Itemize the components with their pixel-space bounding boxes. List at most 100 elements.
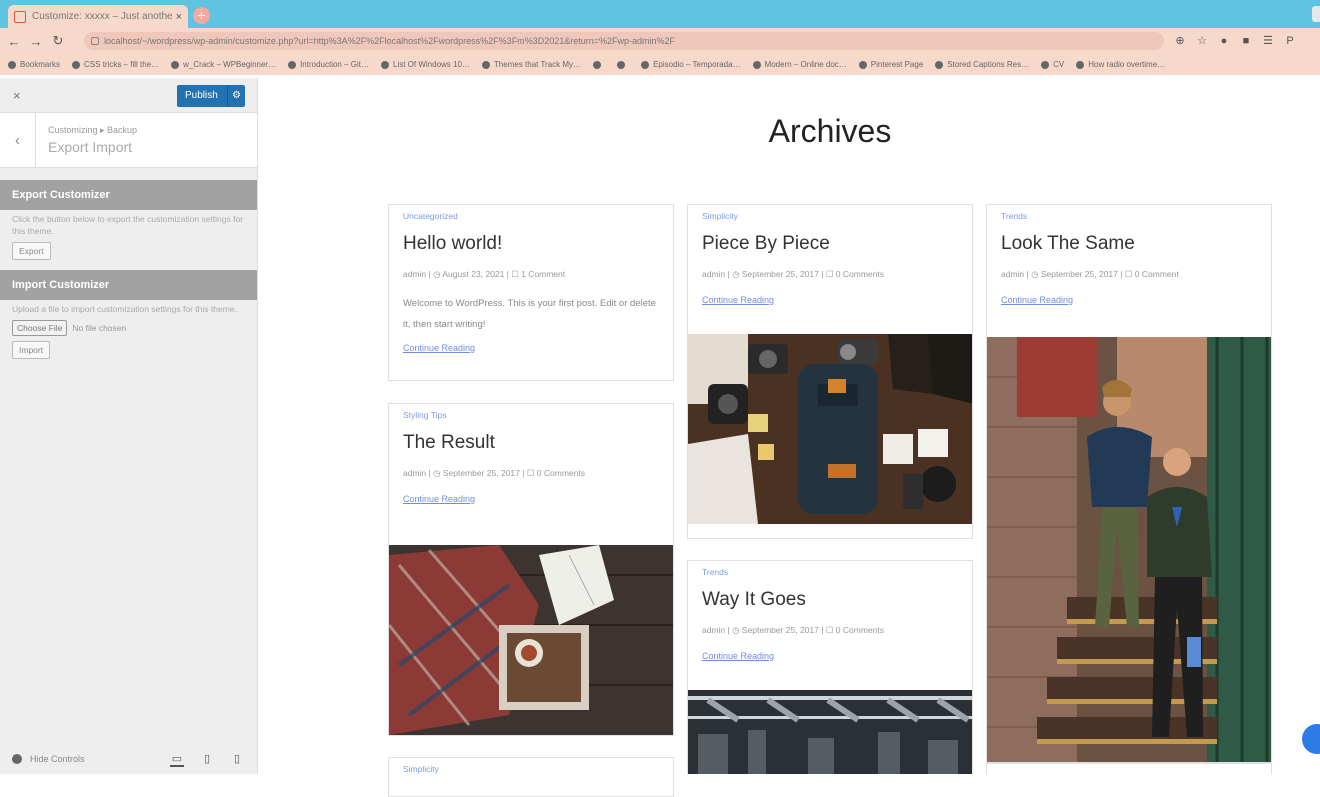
tab-close-button[interactable]: × [176, 11, 182, 23]
new-tab-button[interactable]: + [193, 7, 210, 24]
export-description: Click the button below to export the cus… [12, 214, 244, 236]
mobile-icon[interactable]: ▯ [230, 752, 244, 767]
continue-reading-link[interactable]: Continue Reading [702, 651, 774, 661]
post-title[interactable]: Way It Goes [702, 589, 806, 611]
desktop-icon[interactable]: ▭ [170, 752, 184, 767]
bookmark-icon [858, 60, 867, 69]
post-category-link[interactable]: Trends [702, 567, 728, 577]
customizer-header-actions: × Publish ⚙ [0, 78, 257, 113]
back-icon[interactable]: ← [6, 34, 22, 49]
post-meta: admin | ◷ August 23, 2021 | ☐ 1 Comment [403, 269, 566, 279]
bookmark-item[interactable]: Pinterest Page [858, 60, 923, 69]
post-card: Simplicity Piece By Piece admin | ◷ Sept… [687, 204, 973, 539]
publish-label: Publish [185, 90, 218, 101]
post-featured-image[interactable] [389, 545, 673, 735]
browser-tab-bar: Customize: xxxxx – Just another… × + [0, 0, 1320, 28]
export-button[interactable]: Export [12, 242, 51, 260]
choose-file-button[interactable]: Choose File [12, 320, 68, 336]
hide-controls-button[interactable]: Hide Controls [30, 754, 85, 764]
gear-icon[interactable]: ⚙ [227, 85, 245, 107]
post-title[interactable]: Piece By Piece [702, 233, 830, 255]
bookmark-item[interactable]: CSS tricks – fill the… [72, 60, 159, 69]
section-title: Export Import [48, 139, 133, 155]
bookmark-icon [381, 60, 389, 69]
post-meta: admin | ◷ September 25, 2017 | ☐ 0 Comme… [702, 625, 884, 635]
breadcrumb: Customizing ▸ Backup [48, 125, 138, 135]
section-header: ‹ Customizing ▸ Backup Export Import [0, 113, 257, 168]
post-category-link[interactable]: Uncategorized [403, 211, 458, 221]
bookmark-item[interactable]: Modern – Online doc… [752, 60, 847, 69]
bookmark-icon [641, 60, 650, 69]
continue-reading-link[interactable]: Continue Reading [702, 295, 774, 305]
post-title[interactable]: Look The Same [1001, 233, 1135, 255]
file-picker: Choose File No file chosen [12, 320, 257, 336]
post-title[interactable]: Hello world! [403, 233, 502, 255]
bookmark-icon [617, 60, 626, 69]
browser-tab[interactable]: Customize: xxxxx – Just another… × [8, 5, 188, 28]
post-meta: admin | ◷ September 25, 2017 | ☐ 0 Comme… [403, 468, 585, 478]
post-card: Uncategorized Hello world! admin | ◷ Aug… [388, 204, 674, 381]
bookmark-item[interactable]: How radio overtime… [1076, 60, 1165, 69]
bookmark-icon [481, 60, 490, 69]
address-bar-row: ← → ↻ localhost/~/wordpress/wp-admin/cus… [0, 28, 1320, 54]
bookmark-icon [171, 60, 180, 69]
post-category-link[interactable]: Styling Tips [403, 410, 446, 420]
post-featured-image[interactable] [987, 337, 1271, 762]
extension-grid-icon[interactable]: ■ [1240, 32, 1252, 50]
bookmark-item[interactable] [593, 60, 605, 69]
bookmark-item[interactable]: Themes that Track My… [481, 60, 581, 69]
extensions-area: ⊕ ☆ ● ■ ☰ P [1174, 32, 1296, 50]
profile-icon[interactable]: P [1284, 32, 1296, 50]
bookmark-item[interactable]: Stored Captions Res… [935, 60, 1029, 69]
post-featured-image[interactable] [688, 690, 972, 774]
bookmark-item[interactable]: Bookmarks [8, 60, 60, 69]
forward-icon[interactable]: → [28, 34, 44, 49]
close-customizer-button[interactable]: × [13, 88, 21, 103]
back-button[interactable]: ‹ [0, 113, 36, 168]
post-card: Trends Way It Goes admin | ◷ September 2… [687, 560, 973, 774]
bookmark-icon [935, 60, 944, 69]
no-file-label: No file chosen [72, 323, 127, 333]
post-meta: admin | ◷ September 25, 2017 | ☐ 0 Comme… [702, 269, 884, 279]
customizer-footer: Hide Controls ▭ ▯ ▯ [0, 744, 258, 774]
post-card: Trends Look The Same admin | ◷ September… [986, 204, 1272, 763]
import-heading: Import Customizer [0, 270, 257, 300]
post-excerpt: Welcome to WordPress. This is your first… [403, 298, 656, 330]
url-field[interactable]: localhost/~/wordpress/wp-admin/customize… [84, 32, 1164, 50]
bookmark-icon [72, 60, 81, 69]
import-description: Upload a file to import customization se… [12, 304, 237, 314]
continue-reading-link[interactable]: Continue Reading [403, 494, 475, 504]
post-card [986, 763, 1272, 774]
bookmark-item[interactable]: Introduction – Git… [288, 60, 369, 69]
bookmark-icon [288, 60, 297, 69]
continue-reading-link[interactable]: Continue Reading [1001, 295, 1073, 305]
tablet-icon[interactable]: ▯ [200, 752, 214, 767]
bookmark-item[interactable]: CV [1041, 60, 1064, 69]
import-button[interactable]: Import [12, 341, 51, 359]
menu-lines-icon[interactable]: ☰ [1262, 32, 1274, 50]
bookmark-icon [1041, 60, 1050, 69]
post-category-link[interactable]: Simplicity [702, 211, 738, 221]
bookmark-item[interactable]: w_Crack – WPBeginner… [171, 60, 276, 69]
bookmarks-bar: Bookmarks CSS tricks – fill the… w_Crack… [0, 54, 1320, 75]
window-control[interactable] [1312, 6, 1320, 22]
reload-icon[interactable]: ↻ [50, 33, 66, 49]
star-icon[interactable]: ☆ [1196, 32, 1208, 50]
bookmark-item[interactable]: List Of Windows 10… [381, 60, 470, 69]
extension-circle-icon[interactable]: ● [1218, 32, 1230, 50]
post-featured-image[interactable] [688, 334, 972, 524]
post-card: Simplicity [388, 757, 674, 797]
continue-reading-link[interactable]: Continue Reading [403, 343, 475, 353]
post-title[interactable]: The Result [403, 432, 495, 454]
bookmark-item[interactable]: Episodio – Temporada… [641, 60, 741, 69]
hide-controls-icon[interactable] [12, 754, 22, 764]
site-info-icon[interactable] [91, 37, 99, 45]
bookmark-item[interactable] [617, 60, 629, 69]
post-category-link[interactable]: Trends [1001, 211, 1027, 221]
bookmark-icon [752, 60, 761, 69]
publish-button[interactable]: Publish ⚙ [177, 85, 245, 107]
post-category-link[interactable]: Simplicity [403, 764, 439, 774]
post-meta: admin | ◷ September 25, 2017 | ☐ 0 Comme… [1001, 269, 1179, 279]
zoom-icon[interactable]: ⊕ [1174, 32, 1186, 50]
post-card: Styling Tips The Result admin | ◷ Septem… [388, 403, 674, 736]
